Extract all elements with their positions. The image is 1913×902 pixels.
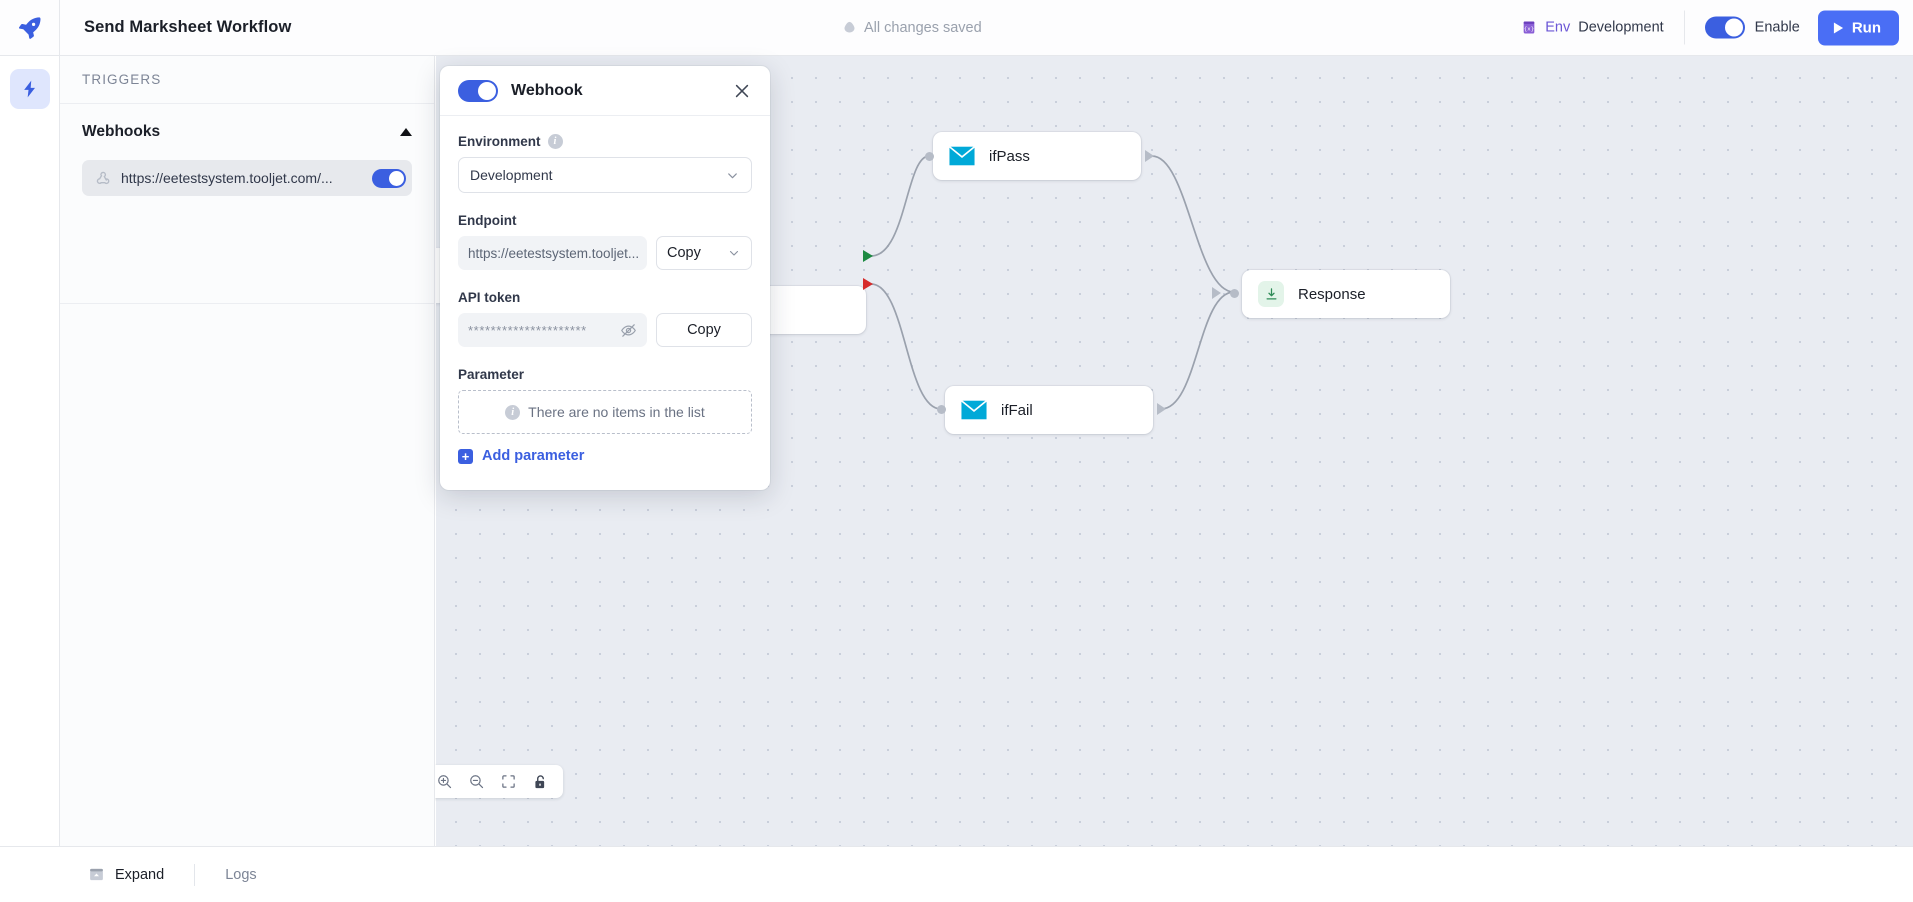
parameter-label: Parameter: [458, 367, 752, 382]
run-button[interactable]: Run: [1818, 10, 1899, 45]
modal-header: Webhook: [440, 66, 770, 116]
api-token-label: API token: [458, 290, 752, 305]
add-parameter-button[interactable]: + Add parameter: [458, 448, 584, 464]
sidebar-group-label: Webhooks: [82, 123, 160, 141]
sidebar-item-webhook[interactable]: https://eetestsystem.tooljet.com/...: [82, 160, 412, 196]
handle-ifpass-source[interactable]: [1145, 150, 1154, 162]
rail-item-triggers[interactable]: [10, 69, 50, 109]
info-icon[interactable]: i: [548, 134, 563, 149]
lock-icon[interactable]: [527, 769, 553, 795]
add-parameter-label: Add parameter: [482, 448, 584, 464]
page-title: Send Marksheet Workflow: [84, 18, 291, 37]
node-ifpass[interactable]: ifPass: [933, 132, 1141, 180]
api-token-copy-button[interactable]: Copy: [656, 313, 752, 347]
sidebar-divider: [60, 303, 434, 304]
env-variable-icon: {x}: [1521, 20, 1537, 36]
handle-if-condition-false[interactable]: [863, 278, 873, 290]
svg-text:{x}: {x}: [1524, 26, 1534, 33]
node-iffail[interactable]: ifFail: [945, 386, 1153, 434]
environment-select-value: Development: [470, 167, 553, 183]
enable-label: Enable: [1755, 20, 1800, 36]
endpoint-copy-split-button[interactable]: Copy: [656, 236, 752, 270]
save-status: All changes saved: [842, 20, 982, 36]
app-logo[interactable]: [0, 0, 60, 55]
mail-icon: [961, 400, 987, 420]
modal-title: Webhook: [511, 82, 719, 100]
enable-workflow-group[interactable]: Enable: [1685, 17, 1818, 39]
api-token-value: *********************: [468, 323, 587, 338]
parameter-empty-state: i There are no items in the list: [458, 390, 752, 434]
environment-label: Environment: [458, 134, 541, 149]
canvas-controls: [421, 765, 563, 798]
sidebar-item-url: https://eetestsystem.tooljet.com/...: [121, 170, 363, 186]
handle-iffail-target[interactable]: [937, 405, 946, 414]
node-ifpass-label: ifPass: [989, 148, 1030, 165]
save-status-text: All changes saved: [864, 20, 982, 36]
handle-response-target[interactable]: [1230, 289, 1239, 298]
webhook-icon: [94, 169, 112, 187]
rocket-icon: [17, 15, 43, 41]
response-download-icon: [1258, 281, 1284, 307]
env-selector[interactable]: {x} Env Development: [1521, 20, 1683, 36]
left-icon-rail: [0, 56, 60, 846]
expand-button[interactable]: Expand: [88, 866, 164, 883]
handle-iffail-source[interactable]: [1157, 403, 1166, 415]
modal-body: Environment i Development Endpoint https…: [440, 116, 770, 490]
chevron-down-icon[interactable]: [727, 246, 741, 260]
handle-if-condition-true[interactable]: [863, 250, 873, 262]
bottom-bar-divider: [194, 864, 195, 886]
enable-toggle[interactable]: [1705, 17, 1745, 39]
env-value: Development: [1578, 20, 1663, 36]
caret-up-icon[interactable]: [400, 128, 412, 136]
cloud-saved-icon: [842, 20, 857, 35]
endpoint-row: https://eetestsystem.tooljet... Copy: [458, 236, 752, 270]
plus-square-icon: +: [458, 449, 473, 464]
endpoint-copy-label: Copy: [667, 245, 701, 261]
environment-select[interactable]: Development: [458, 157, 752, 193]
logs-button[interactable]: Logs: [225, 867, 256, 883]
webhook-enable-toggle[interactable]: [458, 80, 498, 102]
header-actions: {x} Env Development Enable Run: [1521, 10, 1899, 45]
environment-label-row: Environment i: [458, 134, 752, 149]
sidebar-item-toggle[interactable]: [372, 169, 406, 188]
expand-panel-icon: [88, 866, 105, 883]
env-label: Env: [1545, 20, 1570, 36]
chevron-down-icon: [725, 168, 740, 183]
run-button-label: Run: [1852, 19, 1881, 36]
play-icon: [1833, 21, 1844, 34]
zoom-out-icon[interactable]: [463, 769, 489, 795]
sidebar-group-webhooks[interactable]: Webhooks: [60, 104, 434, 160]
endpoint-input[interactable]: https://eetestsystem.tooljet...: [458, 236, 647, 270]
close-icon[interactable]: [732, 81, 752, 101]
triggers-sidebar: TRIGGERS Webhooks https://eetestsystem.t…: [60, 56, 435, 846]
api-token-row: ********************* Copy: [458, 313, 752, 347]
app-header: Send Marksheet Workflow All changes save…: [0, 0, 1913, 56]
sidebar-section-title: TRIGGERS: [60, 56, 434, 104]
mail-icon: [949, 146, 975, 166]
webhook-settings-modal: Webhook Environment i Development Endpoi…: [440, 66, 770, 490]
endpoint-label: Endpoint: [458, 213, 752, 228]
lightning-bolt-icon: [20, 79, 40, 99]
node-response[interactable]: Response: [1242, 270, 1450, 318]
handle-ifpass-target[interactable]: [925, 152, 934, 161]
info-icon: i: [505, 405, 520, 420]
parameter-empty-text: There are no items in the list: [528, 404, 705, 420]
api-token-input[interactable]: *********************: [458, 313, 647, 347]
node-iffail-label: ifFail: [1001, 402, 1033, 419]
fit-view-icon[interactable]: [495, 769, 521, 795]
handle-response-incoming-arrow: [1212, 287, 1221, 299]
node-response-label: Response: [1298, 286, 1366, 303]
expand-label: Expand: [115, 867, 164, 883]
eye-off-icon[interactable]: [620, 322, 637, 339]
bottom-bar: Expand Logs: [0, 846, 1913, 902]
